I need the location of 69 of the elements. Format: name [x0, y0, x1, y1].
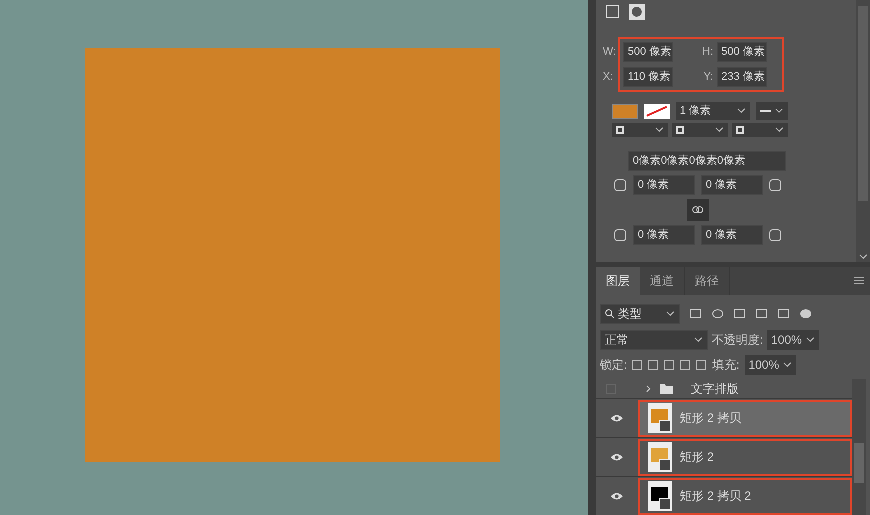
- corner-icon: [614, 178, 627, 192]
- corner-radius-field[interactable]: 0像素0像素0像素0像素: [628, 151, 786, 171]
- value-field[interactable]: 500 像素: [623, 42, 673, 62]
- layer-name: 矩形 2 拷贝: [680, 410, 742, 427]
- search-icon: [605, 309, 615, 319]
- panel-tab[interactable]: 图层: [596, 267, 640, 295]
- chevron-down-icon: [737, 108, 746, 114]
- chevron-down-icon: [806, 337, 816, 343]
- corner-icon: [769, 178, 782, 192]
- shape-icon[interactable]: [756, 308, 768, 320]
- field-label: H:: [702, 44, 714, 60]
- panel-tab[interactable]: 通道: [640, 267, 685, 295]
- chevron-down-icon: [694, 337, 703, 343]
- scrollbar[interactable]: [856, 0, 870, 262]
- eye-icon[interactable]: [610, 414, 624, 422]
- folder-icon: [660, 384, 673, 394]
- line-style-dropdown[interactable]: [756, 102, 788, 120]
- layer-row[interactable]: 矩形 2 拷贝: [638, 400, 852, 436]
- align-dropdown[interactable]: [612, 123, 668, 137]
- corner-icon: [769, 228, 782, 242]
- panel-tab[interactable]: 路径: [685, 267, 730, 295]
- field-label: W:: [603, 44, 616, 60]
- value-field[interactable]: 0 像素: [633, 225, 695, 245]
- chevron-down-icon: [655, 127, 664, 133]
- layer-thumbnail: [648, 481, 672, 511]
- layer-name: 矩形 2 拷贝 2: [680, 488, 752, 505]
- layer-row[interactable]: 文字排版: [596, 379, 852, 399]
- menu-icon[interactable]: [854, 277, 864, 285]
- layer-row[interactable]: 矩形 2 拷贝 2: [638, 478, 852, 514]
- layer-name: 矩形 2: [680, 449, 714, 466]
- chevron-down-icon: [666, 311, 675, 317]
- cap-dropdown[interactable]: [672, 123, 728, 137]
- chevron-down-icon: [858, 254, 868, 260]
- opacity-label: 不透明度:: [712, 332, 764, 349]
- stroke-swatch[interactable]: [644, 104, 670, 118]
- link-icon: [692, 206, 704, 214]
- value-field[interactable]: 0 像素: [701, 225, 763, 245]
- scrollbar[interactable]: [852, 379, 866, 515]
- fill-label: 填充:: [712, 357, 740, 374]
- layer-row[interactable]: 矩形 2: [638, 438, 852, 476]
- chevron-down-icon: [775, 127, 784, 133]
- value-field[interactable]: 0 像素: [701, 175, 763, 195]
- field-label: X:: [603, 70, 614, 85]
- chevron-down-icon: [715, 127, 724, 133]
- filter-dropdown[interactable]: 类型: [600, 304, 680, 324]
- corner-icon: [614, 228, 627, 242]
- chevron-down-icon: [783, 362, 792, 368]
- stroke-width-dropdown[interactable]: 1 像素: [676, 102, 750, 120]
- value-field[interactable]: 500 像素: [716, 42, 766, 62]
- value-field[interactable]: 110 像素: [623, 67, 673, 87]
- mask-icon[interactable]: [628, 3, 646, 21]
- link-button[interactable]: [687, 199, 709, 221]
- opacity-field[interactable]: 100%: [767, 330, 820, 350]
- layer-thumbnail: [648, 403, 672, 433]
- value-field[interactable]: 0 像素: [633, 175, 695, 195]
- eye-icon[interactable]: [610, 452, 624, 462]
- lock-label: 锁定:: [600, 357, 628, 374]
- chevron-right-icon[interactable]: [646, 384, 652, 392]
- shape-icon[interactable]: [604, 3, 622, 21]
- eye-icon[interactable]: [610, 492, 624, 500]
- layer-name: 文字排版: [691, 380, 739, 398]
- fill-swatch[interactable]: [612, 104, 638, 118]
- chevron-down-icon: [775, 108, 784, 114]
- fill-field[interactable]: 100%: [744, 355, 796, 375]
- value-field[interactable]: 233 像素: [716, 67, 766, 87]
- field-label: Y:: [702, 70, 714, 85]
- layer-thumbnail: [648, 442, 672, 472]
- blend-mode-dropdown[interactable]: 正常: [600, 330, 708, 350]
- corner-dropdown[interactable]: [732, 123, 788, 137]
